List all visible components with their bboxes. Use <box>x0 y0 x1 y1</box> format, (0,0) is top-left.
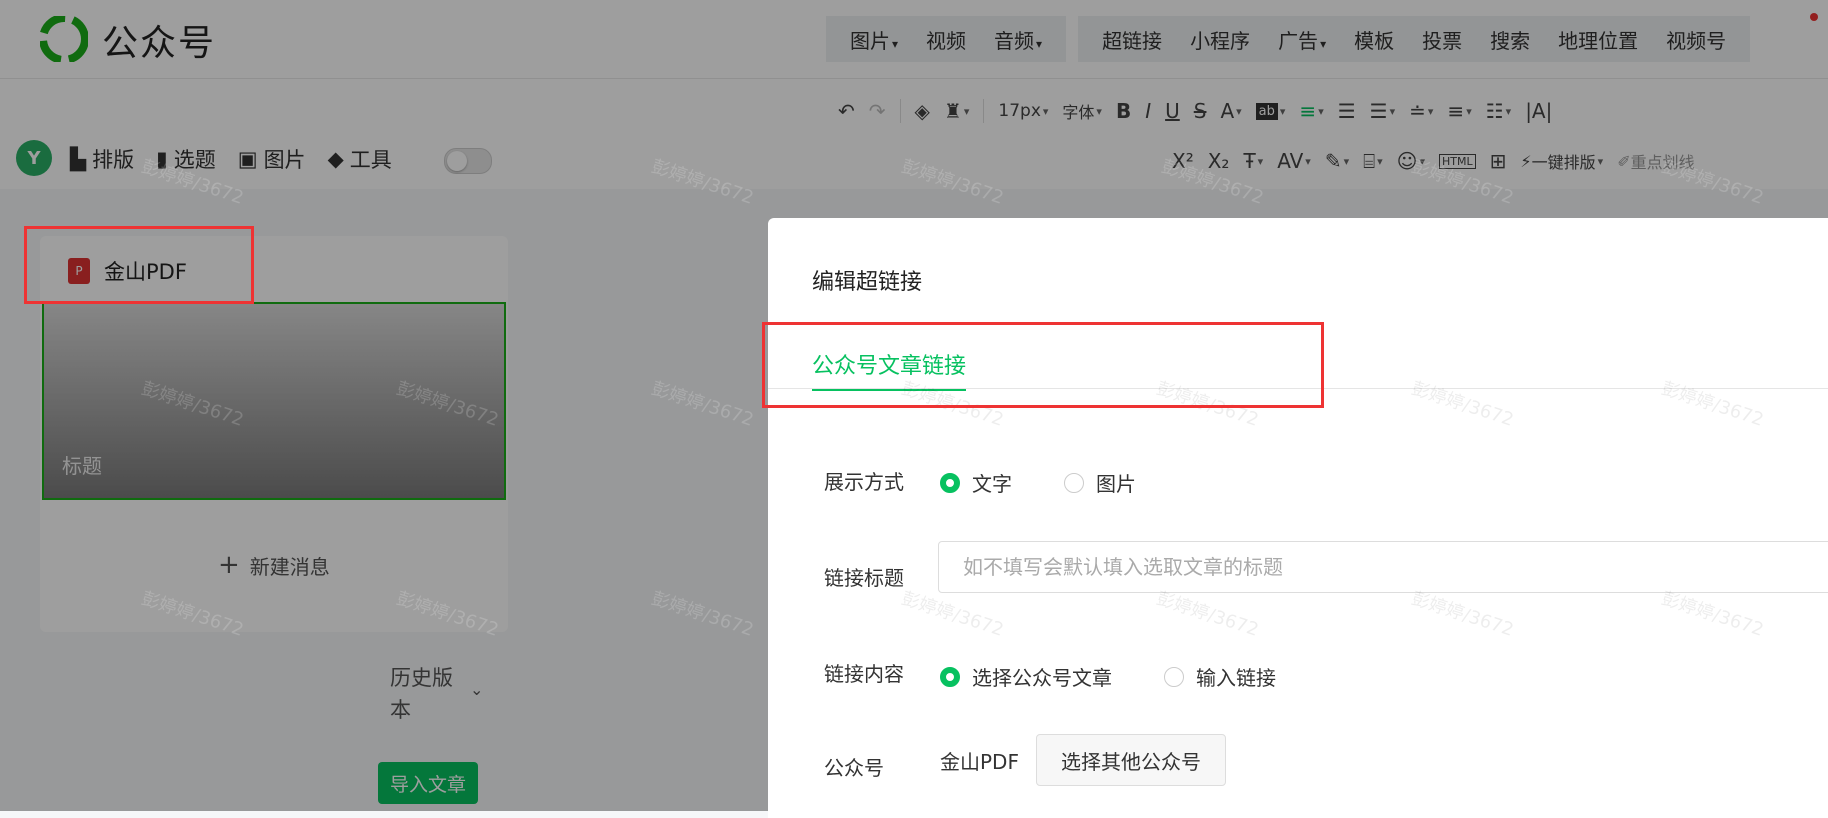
dialog-title: 编辑超链接 <box>812 270 923 295</box>
radio-selected-icon <box>940 472 960 493</box>
highlight-box-tab <box>762 322 1324 408</box>
link-option-url[interactable]: 输入链接 <box>1164 662 1276 691</box>
account-label: 公众号 <box>824 756 884 780</box>
link-title-label: 链接标题 <box>824 566 904 590</box>
edit-hyperlink-dialog <box>768 218 1828 818</box>
radio-unselected-icon <box>1064 472 1084 493</box>
link-title-field <box>938 541 1828 593</box>
account-value: 金山PDF <box>940 750 1019 774</box>
display-mode-label: 展示方式 <box>824 470 904 494</box>
link-title-input[interactable] <box>939 542 1828 592</box>
display-option-text[interactable]: 文字 <box>940 468 1012 497</box>
link-option-article[interactable]: 选择公众号文章 <box>940 662 1112 691</box>
choose-other-account-button[interactable]: 选择其他公众号 <box>1036 734 1226 786</box>
highlight-box-account <box>24 226 254 304</box>
link-content-label: 链接内容 <box>824 662 904 686</box>
display-option-image[interactable]: 图片 <box>1064 468 1136 497</box>
radio-unselected-icon <box>1164 666 1184 687</box>
radio-selected-icon <box>940 666 960 687</box>
